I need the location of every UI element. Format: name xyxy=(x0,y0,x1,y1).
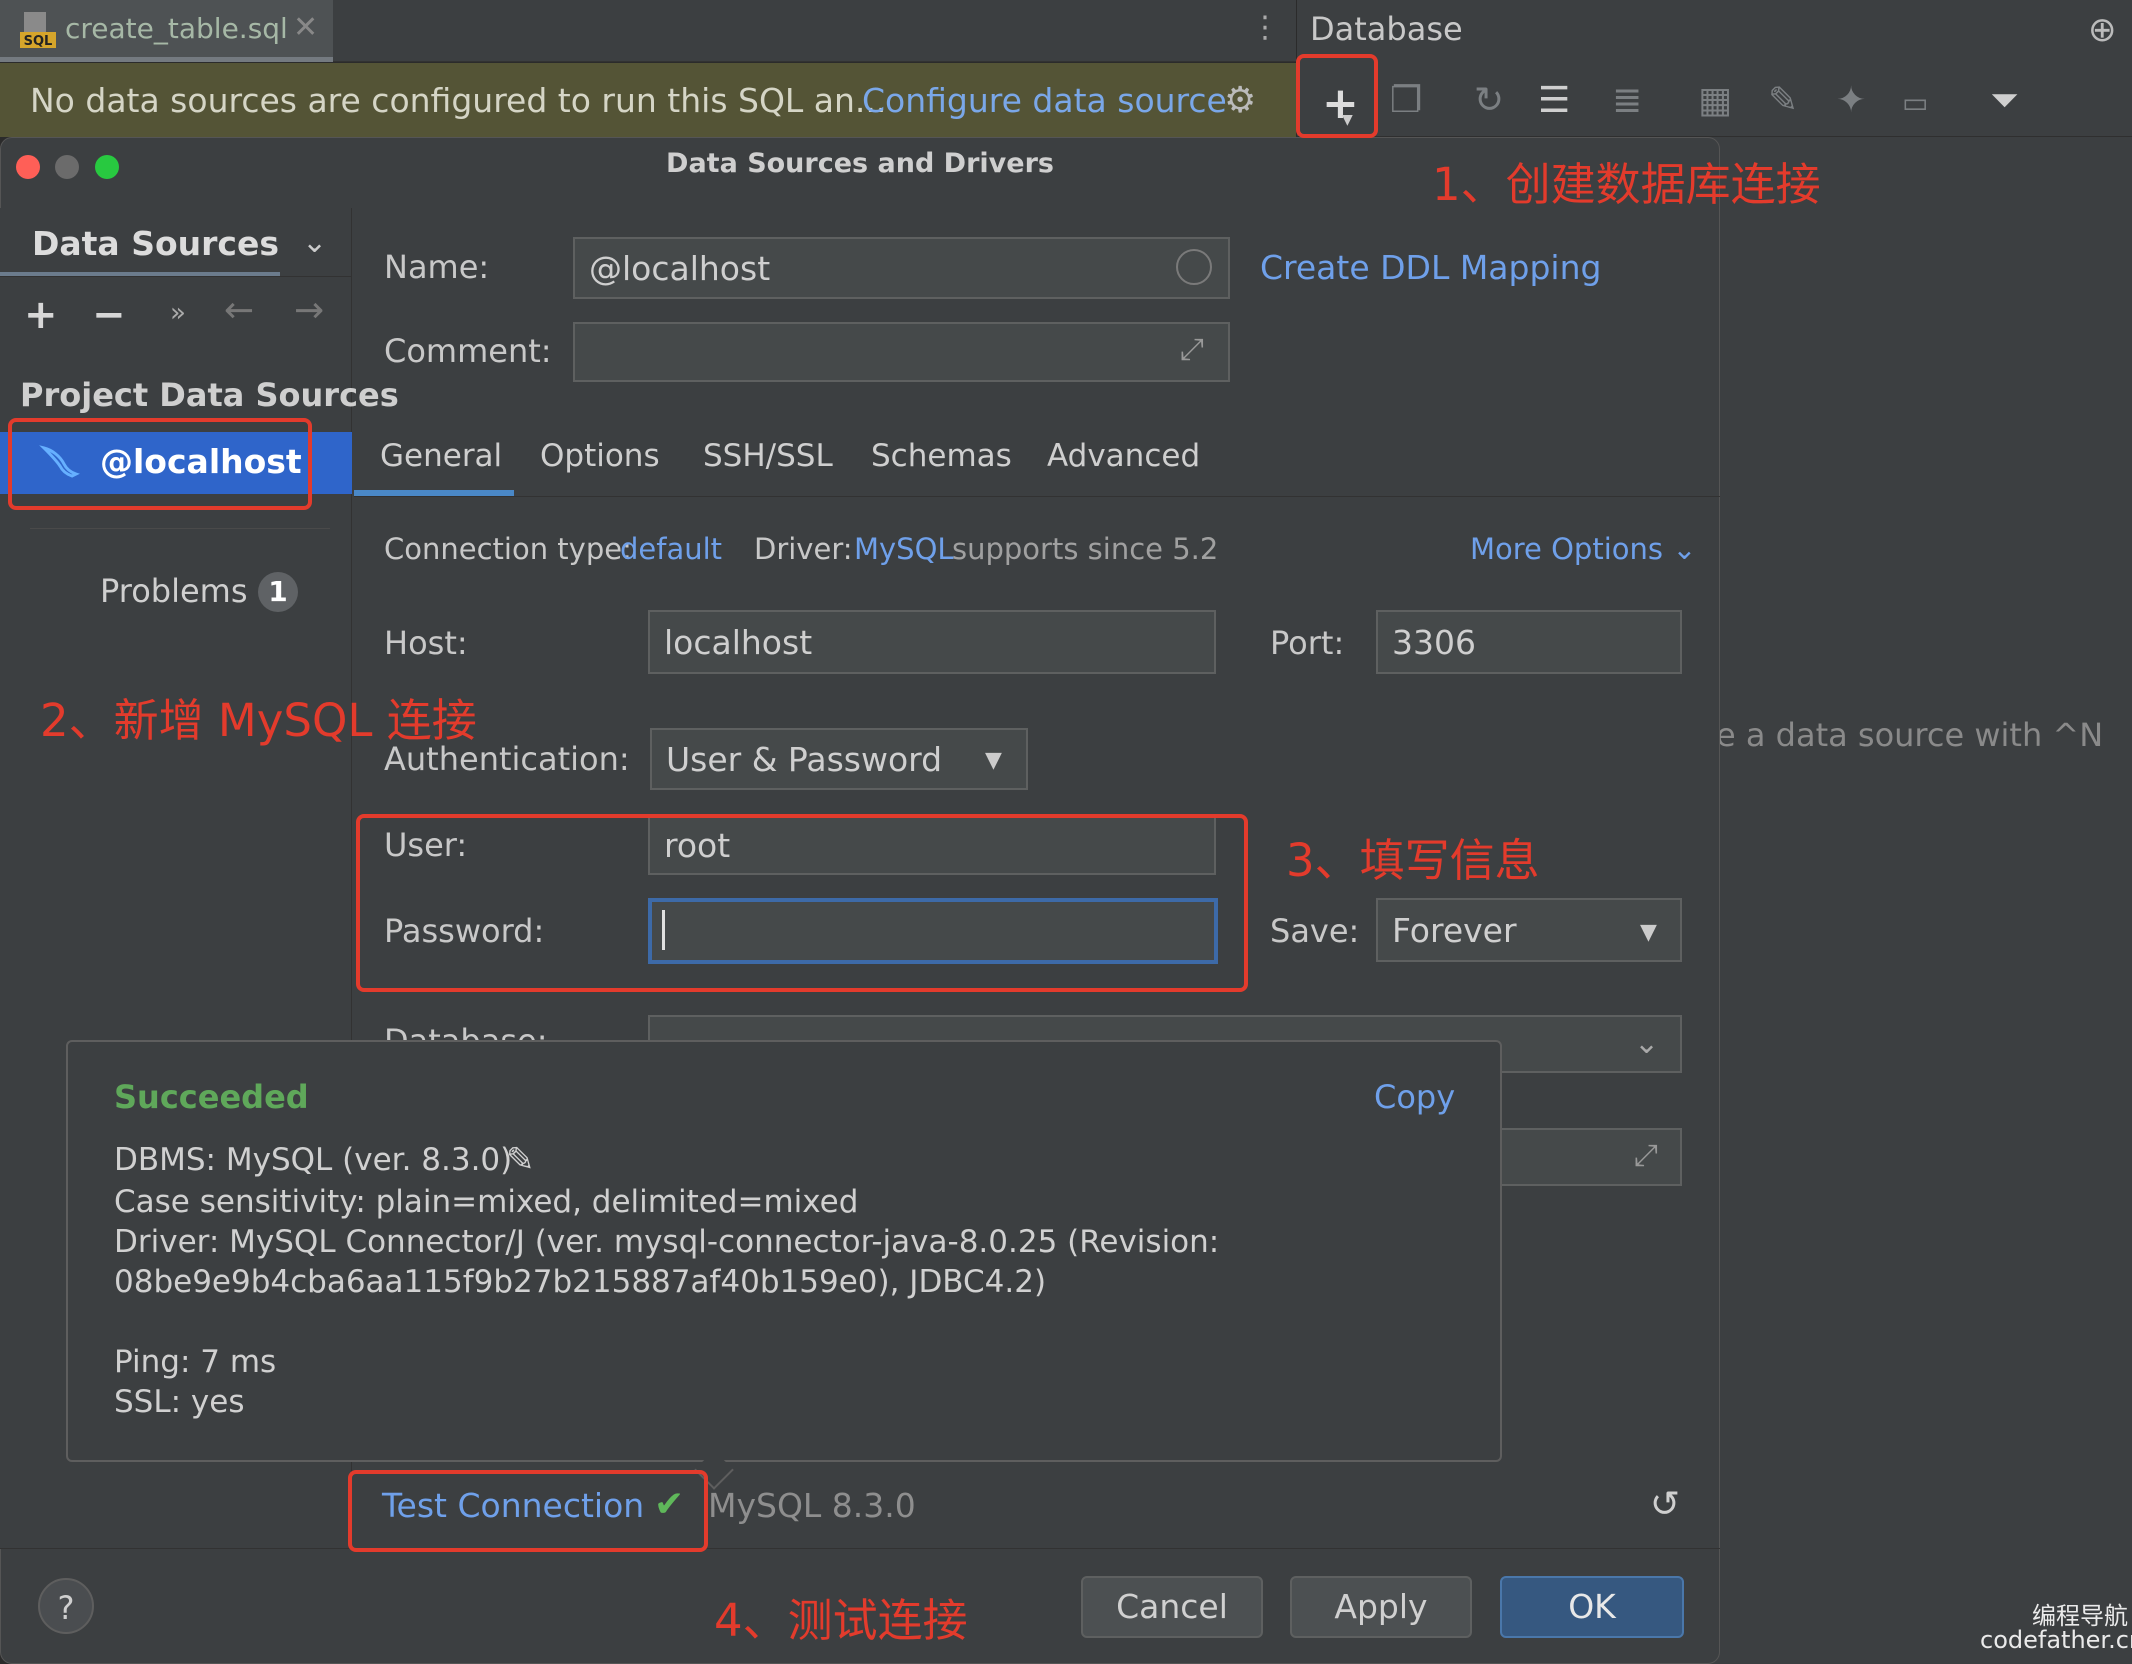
host-label: Host: xyxy=(384,624,468,662)
configure-data-source-link[interactable]: Configure data source xyxy=(862,81,1227,120)
problems-count-badge: 1 xyxy=(258,572,298,612)
notification-text: No data sources are configured to run th… xyxy=(30,81,887,120)
chevron-down-icon: ⌄ xyxy=(1634,1026,1660,1061)
database-icon[interactable]: ≣ xyxy=(1612,80,1642,121)
name-label: Name: xyxy=(384,248,490,286)
divider xyxy=(0,276,352,277)
pencil-icon[interactable]: ✎ xyxy=(506,1140,535,1180)
save-label: Save: xyxy=(1270,912,1360,950)
popup-line-case: Case sensitivity: plain=mixed, delimited… xyxy=(114,1184,859,1220)
filter-icon[interactable]: ⏷ xyxy=(1990,80,2019,122)
annotation-step1: 1、创建数据库连接 xyxy=(1432,158,1821,211)
problems-label[interactable]: Problems xyxy=(100,572,248,610)
remove-icon[interactable]: − xyxy=(92,292,126,338)
chevron-down-icon: ⌄ xyxy=(1672,532,1697,566)
annotation-step2: 2、新增 MySQL 连接 xyxy=(40,694,477,747)
jump-icon[interactable]: ✦ xyxy=(1836,80,1866,121)
chevron-down-icon[interactable]: ⌄ xyxy=(302,225,327,260)
name-input[interactable]: @localhost xyxy=(573,237,1230,299)
annotation-box-credentials xyxy=(356,814,1248,992)
project-data-sources-heading: Project Data Sources xyxy=(20,376,399,414)
create-ddl-mapping-link[interactable]: Create DDL Mapping xyxy=(1260,248,1601,287)
tab-ssh-ssl[interactable]: SSH/SSL xyxy=(703,438,833,474)
more-options-link[interactable]: More Options ⌄ xyxy=(1470,532,1697,566)
popup-line-dbms: DBMS: MySQL (ver. 8.3.0) xyxy=(114,1142,513,1178)
divider xyxy=(30,528,330,529)
divider xyxy=(0,1548,1720,1549)
connection-type-label: Connection type: xyxy=(384,532,632,566)
database-panel-title: Database xyxy=(1310,10,1463,48)
target-icon[interactable]: ⊕ xyxy=(2088,10,2117,50)
gear-icon[interactable]: ⚙ xyxy=(1224,80,1256,121)
dropdown-arrow-icon: ▼ xyxy=(985,748,1002,773)
copy-icon[interactable]: ❐ xyxy=(1390,80,1422,121)
back-arrow-icon[interactable]: ← xyxy=(224,290,254,331)
more-options-label: More Options xyxy=(1470,532,1664,566)
popup-line-ping: Ping: 7 ms xyxy=(114,1344,277,1380)
divider xyxy=(354,496,1720,497)
help-button[interactable]: ? xyxy=(38,1578,94,1634)
popup-line-driver: Driver: MySQL Connector/J (ver. mysql-co… xyxy=(114,1224,1220,1260)
color-circle-icon[interactable] xyxy=(1176,249,1212,285)
annotation-step3: 3、填写信息 xyxy=(1286,834,1540,887)
forward-arrow-icon[interactable]: → xyxy=(294,290,324,331)
empty-hint: e a data source with ^N xyxy=(1716,716,2104,754)
save-select[interactable]: Forever xyxy=(1376,898,1682,962)
more-icon[interactable]: » xyxy=(170,298,186,328)
sql-file-icon: SQL xyxy=(18,10,58,50)
refresh-icon[interactable]: ↻ xyxy=(1474,80,1504,121)
watermark-line2: codefather.cn xyxy=(1980,1626,2132,1654)
data-source-properties-icon[interactable]: ☰ xyxy=(1538,80,1570,121)
driver-link[interactable]: MySQL xyxy=(854,532,954,566)
port-input[interactable]: 3306 xyxy=(1376,610,1682,674)
close-icon[interactable]: ✕ xyxy=(293,10,318,45)
revert-icon[interactable]: ↺ xyxy=(1650,1484,1680,1525)
host-input[interactable]: localhost xyxy=(648,610,1216,674)
driver-note: supports since 5.2 xyxy=(952,532,1219,566)
data-sources-tab[interactable]: Data Sources xyxy=(32,224,279,263)
file-tab-label: create_table.sql xyxy=(65,12,288,45)
comment-input[interactable] xyxy=(573,322,1230,382)
annotation-box-test-connection xyxy=(348,1470,708,1552)
tab-advanced[interactable]: Advanced xyxy=(1047,438,1200,474)
expand-icon[interactable]: ⤢ xyxy=(1180,332,1204,367)
tab-options[interactable]: Options xyxy=(540,438,660,474)
table-icon[interactable]: ▦ xyxy=(1698,80,1732,121)
copy-link[interactable]: Copy xyxy=(1374,1078,1455,1116)
annotation-box-localhost xyxy=(8,418,312,510)
comment-label: Comment: xyxy=(384,332,552,370)
connection-type-link[interactable]: default xyxy=(620,532,722,566)
add-icon[interactable]: + xyxy=(24,292,58,338)
test-connection-version: MySQL 8.3.0 xyxy=(708,1486,916,1525)
svg-text:SQL: SQL xyxy=(24,34,53,49)
more-vertical-icon[interactable]: ⋮ xyxy=(1250,10,1280,45)
query-console-icon[interactable]: ▭ xyxy=(1902,86,1928,119)
cancel-button[interactable]: Cancel xyxy=(1081,1576,1263,1638)
authentication-select[interactable]: User & Password xyxy=(650,728,1028,790)
annotation-step4: 4、测试连接 xyxy=(714,1594,968,1647)
edit-icon[interactable]: ✎ xyxy=(1768,80,1798,121)
annotation-box-add xyxy=(1296,54,1378,138)
ok-button[interactable]: OK xyxy=(1500,1576,1684,1638)
dropdown-arrow-icon: ▼ xyxy=(1640,920,1657,945)
tab-schemas[interactable]: Schemas xyxy=(871,438,1012,474)
expand-icon[interactable]: ⤢ xyxy=(1634,1138,1658,1173)
driver-label: Driver: xyxy=(754,532,853,566)
popup-line-ssl: SSL: yes xyxy=(114,1384,245,1420)
apply-button[interactable]: Apply xyxy=(1290,1576,1472,1638)
port-label: Port: xyxy=(1270,624,1345,662)
tab-general[interactable]: General xyxy=(380,438,502,474)
status-succeeded: Succeeded xyxy=(114,1078,309,1116)
popup-line-revision: 08be9e9b4cba6aa115f9b27b215887af40b159e0… xyxy=(114,1264,1047,1300)
